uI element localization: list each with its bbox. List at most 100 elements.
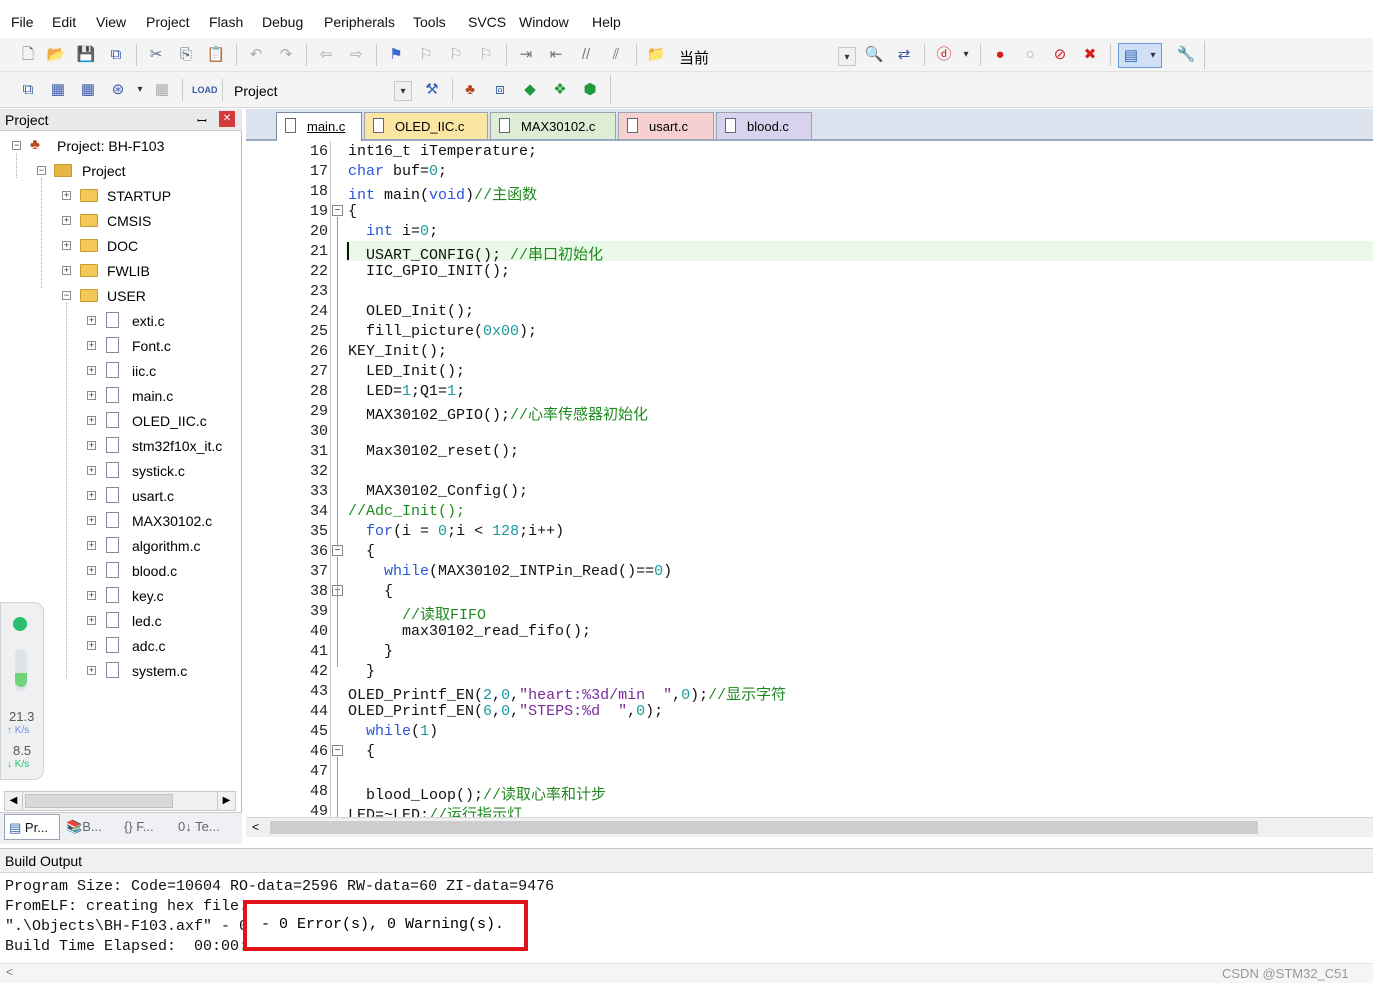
expand-toggle-icon[interactable]: + (87, 341, 96, 350)
file-key-c[interactable]: key.c (132, 588, 164, 604)
uncomment-icon[interactable]: ⫽ (606, 45, 626, 65)
tab-functions[interactable]: {} F... (124, 814, 174, 840)
disable-all-breakpoints-icon[interactable]: ⊘ (1050, 45, 1070, 65)
menu-debug[interactable]: Debug (262, 14, 303, 30)
disable-breakpoint-icon[interactable]: ○ (1020, 45, 1040, 65)
project-target-select[interactable]: Project ▾ (228, 79, 414, 101)
menu-edit[interactable]: Edit (52, 14, 76, 30)
expand-toggle-icon[interactable]: + (87, 516, 96, 525)
expand-toggle-icon[interactable]: + (62, 216, 71, 225)
scroll-left-icon[interactable]: ◀ (5, 792, 23, 810)
tree-horizontal-scrollbar[interactable]: ◀ ▶ (4, 791, 236, 811)
file-systick-c[interactable]: systick.c (132, 463, 185, 479)
menu-project[interactable]: Project (146, 14, 190, 30)
close-icon[interactable]: ✕ (219, 111, 235, 127)
menu-window[interactable]: Window (519, 14, 569, 30)
file-iic-c[interactable]: iic.c (132, 363, 156, 379)
save-icon[interactable]: 💾 (76, 45, 96, 65)
file-usart-c[interactable]: usart.c (132, 488, 174, 504)
menu-file[interactable]: File (11, 14, 34, 30)
build-icon[interactable]: ▦ (48, 80, 68, 100)
tab-oled-iic-c[interactable]: OLED_IIC.c (364, 112, 488, 139)
configure-icon[interactable]: 🔧 (1176, 45, 1196, 65)
expand-toggle-icon[interactable]: + (87, 491, 96, 500)
folder-doc[interactable]: DOC (107, 238, 138, 254)
menu-flash[interactable]: Flash (209, 14, 243, 30)
translate-icon[interactable]: ⧉ (18, 80, 38, 100)
tab-templates[interactable]: 0↓ Te... (178, 814, 238, 840)
pack-installer-icon[interactable]: ⬢ (580, 80, 600, 100)
debug-session-icon[interactable]: ⓓ (934, 45, 954, 65)
target-combo[interactable]: 当前 ▾ (676, 45, 858, 67)
cut-icon[interactable]: ✂ (146, 45, 166, 65)
menu-help[interactable]: Help (592, 14, 621, 30)
expand-toggle-icon[interactable]: + (87, 591, 96, 600)
expand-toggle-icon[interactable]: + (87, 541, 96, 550)
scrollbar-thumb[interactable] (270, 821, 1258, 834)
file-exti-c[interactable]: exti.c (132, 313, 165, 329)
file-blood-c[interactable]: blood.c (132, 563, 177, 579)
build-horizontal-scrollbar[interactable]: < (0, 963, 1373, 983)
scroll-right-icon[interactable]: ▶ (217, 792, 235, 810)
undo-icon[interactable]: ↶ (246, 45, 266, 65)
pin-icon[interactable]: ꟷ (197, 112, 207, 129)
comment-icon[interactable]: // (576, 45, 596, 65)
menu-tools[interactable]: Tools (413, 14, 446, 30)
prev-bookmark-icon[interactable]: ⚐ (416, 45, 436, 65)
copy-icon[interactable]: ⎘ (176, 45, 196, 65)
chevron-down-icon[interactable]: ▾ (394, 81, 412, 101)
file-led-c[interactable]: led.c (132, 613, 162, 629)
manage-project-items-icon[interactable]: ♣ (460, 80, 480, 100)
expand-toggle-icon[interactable]: + (87, 566, 96, 575)
paste-icon[interactable]: 📋 (206, 45, 226, 65)
bookmark-icon[interactable]: ⚑ (386, 45, 406, 65)
expand-toggle-icon[interactable]: + (62, 266, 71, 275)
target-group-label[interactable]: Project (82, 163, 126, 179)
file-font-c[interactable]: Font.c (132, 338, 171, 354)
folder-user[interactable]: USER (107, 288, 146, 304)
project-root-label[interactable]: Project: BH-F103 (57, 138, 164, 154)
tab-blood-c[interactable]: blood.c (716, 112, 812, 139)
expand-toggle-icon[interactable]: + (62, 241, 71, 250)
expand-toggle-icon[interactable]: + (87, 366, 96, 375)
tab-max30102-c[interactable]: MAX30102.c (490, 112, 616, 139)
run-time-environment-icon[interactable]: ◆ (520, 80, 540, 100)
redo-icon[interactable]: ↷ (276, 45, 296, 65)
chevron-down-icon[interactable]: ▾ (130, 80, 150, 100)
find-replace-icon[interactable]: ⇄ (894, 45, 914, 65)
folder-fwlib[interactable]: FWLIB (107, 263, 150, 279)
collapse-toggle-icon[interactable]: − (37, 166, 46, 175)
incremental-find-icon[interactable]: 🔍 (864, 45, 884, 65)
navigate-back-icon[interactable]: ⇦ (316, 45, 336, 65)
expand-toggle-icon[interactable]: + (87, 416, 96, 425)
editor-horizontal-scrollbar[interactable]: < (246, 817, 1373, 837)
file-main-c[interactable]: main.c (132, 388, 173, 404)
fold-toggle-icon[interactable]: − (332, 745, 343, 756)
new-file-icon[interactable]: 🗋 (18, 45, 38, 65)
tab-usart-c[interactable]: usart.c (618, 112, 714, 139)
expand-toggle-icon[interactable]: + (87, 666, 96, 675)
file-system-c[interactable]: system.c (132, 663, 187, 679)
scroll-left-icon[interactable]: < (6, 965, 13, 979)
chevron-down-icon[interactable]: ▾ (838, 47, 856, 66)
scrollbar-thumb[interactable] (25, 794, 173, 808)
file-algorithm-c[interactable]: algorithm.c (132, 538, 200, 554)
rebuild-icon[interactable]: ▦ (78, 80, 98, 100)
breakpoint-icon[interactable]: ● (990, 45, 1010, 65)
folder-cmsis[interactable]: CMSIS (107, 213, 151, 229)
tab-main-c[interactable]: main.c (276, 112, 362, 141)
expand-toggle-icon[interactable]: + (62, 191, 71, 200)
clear-bookmarks-icon[interactable]: ⚐ (476, 45, 496, 65)
file-stm32f10x-it-c[interactable]: stm32f10x_it.c (132, 438, 222, 454)
expand-toggle-icon[interactable]: + (87, 641, 96, 650)
select-packs-icon[interactable]: ❖ (550, 80, 570, 100)
folder-startup[interactable]: STARTUP (107, 188, 171, 204)
fold-toggle-icon[interactable]: − (332, 205, 343, 216)
window-layout-button[interactable]: ▤ ▾ (1118, 43, 1162, 68)
next-bookmark-icon[interactable]: ⚐ (446, 45, 466, 65)
expand-toggle-icon[interactable]: + (87, 466, 96, 475)
target-options-icon[interactable]: ⚒ (422, 80, 442, 100)
code-area[interactable]: − − − − int16_t iTemperature; char buf=0… (332, 141, 1373, 817)
menu-peripherals[interactable]: Peripherals (324, 14, 395, 30)
load-download-icon[interactable]: LOAD (192, 80, 218, 100)
